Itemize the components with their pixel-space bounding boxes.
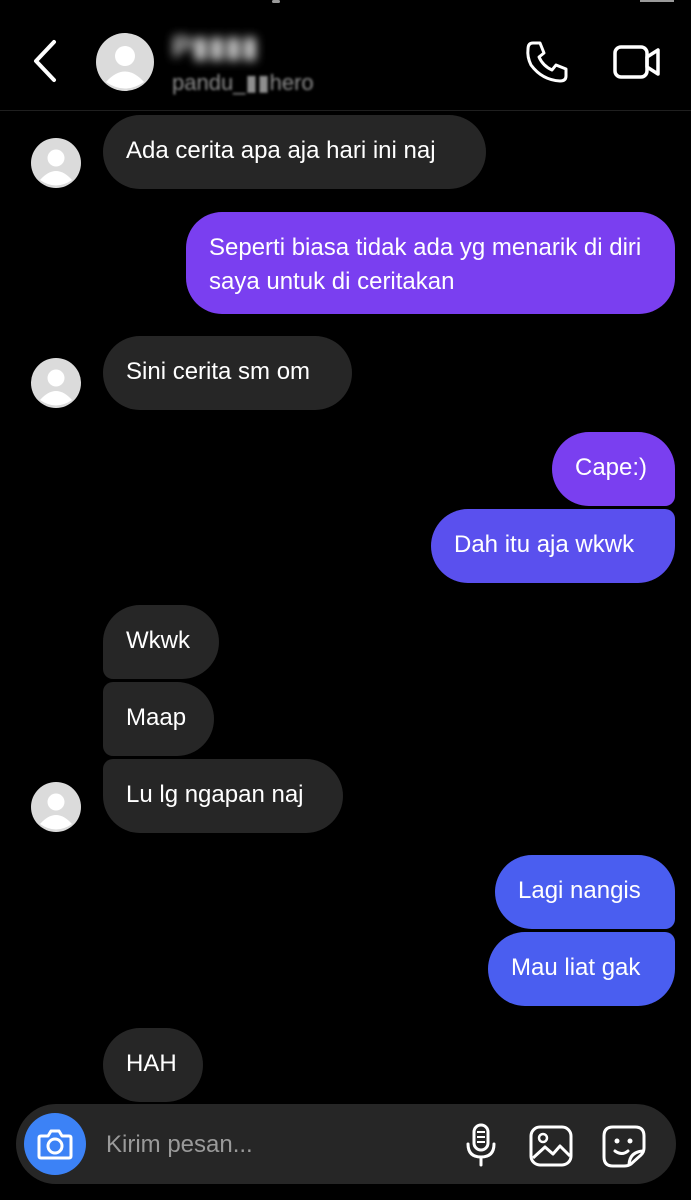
video-camera-icon bbox=[613, 45, 660, 79]
message-outgoing[interactable]: Mau liat gak bbox=[488, 932, 675, 1006]
image-icon bbox=[529, 1125, 573, 1167]
phone-icon bbox=[526, 41, 568, 83]
voice-message-button[interactable] bbox=[464, 1122, 498, 1168]
message-incoming[interactable]: HAH bbox=[103, 1028, 203, 1102]
status-bar-indicator bbox=[272, 0, 280, 3]
sticker-icon bbox=[602, 1125, 646, 1168]
avatar-placeholder-icon bbox=[31, 138, 81, 188]
contact-avatar-small[interactable] bbox=[31, 782, 81, 832]
message-incoming[interactable]: Maap bbox=[103, 682, 214, 756]
chat-screen: P▮▮▮▮ pandu_▮▮hero Ada cerita apa aja ha… bbox=[0, 0, 691, 1200]
camera-button[interactable] bbox=[24, 1113, 86, 1175]
contact-name[interactable]: P▮▮▮▮ bbox=[172, 30, 258, 65]
avatar-placeholder-icon bbox=[96, 33, 154, 91]
message-outgoing[interactable]: Seperti biasa tidak ada yg menarik di di… bbox=[186, 212, 675, 314]
message-incoming[interactable]: Lu lg ngapan naj bbox=[103, 759, 343, 833]
camera-icon bbox=[37, 1129, 73, 1160]
message-outgoing[interactable]: Dah itu aja wkwk bbox=[431, 509, 675, 583]
chevron-left-icon bbox=[34, 40, 56, 82]
contact-avatar-small[interactable] bbox=[31, 138, 81, 188]
video-call-button[interactable] bbox=[612, 42, 662, 82]
sticker-button[interactable] bbox=[601, 1124, 647, 1168]
back-button[interactable] bbox=[26, 38, 66, 84]
message-outgoing[interactable]: Lagi nangis bbox=[495, 855, 675, 929]
microphone-icon bbox=[466, 1123, 496, 1167]
avatar-placeholder-icon bbox=[31, 782, 81, 832]
contact-avatar[interactable] bbox=[96, 33, 154, 91]
message-incoming[interactable]: Wkwk bbox=[103, 605, 219, 679]
contact-username: pandu_▮▮hero bbox=[172, 70, 314, 95]
message-composer bbox=[16, 1104, 676, 1184]
avatar-placeholder-icon bbox=[31, 358, 81, 408]
message-outgoing[interactable]: Cape:) bbox=[552, 432, 675, 506]
message-incoming[interactable]: Ada cerita apa aja hari ini naj bbox=[103, 115, 486, 189]
chat-header: P▮▮▮▮ pandu_▮▮hero bbox=[0, 0, 691, 111]
gallery-button[interactable] bbox=[528, 1124, 574, 1168]
status-bar-indicator bbox=[640, 0, 674, 2]
message-incoming[interactable]: Sini cerita sm om bbox=[103, 336, 352, 410]
message-input[interactable] bbox=[104, 1124, 448, 1166]
voice-call-button[interactable] bbox=[524, 40, 570, 84]
contact-avatar-small[interactable] bbox=[31, 358, 81, 408]
